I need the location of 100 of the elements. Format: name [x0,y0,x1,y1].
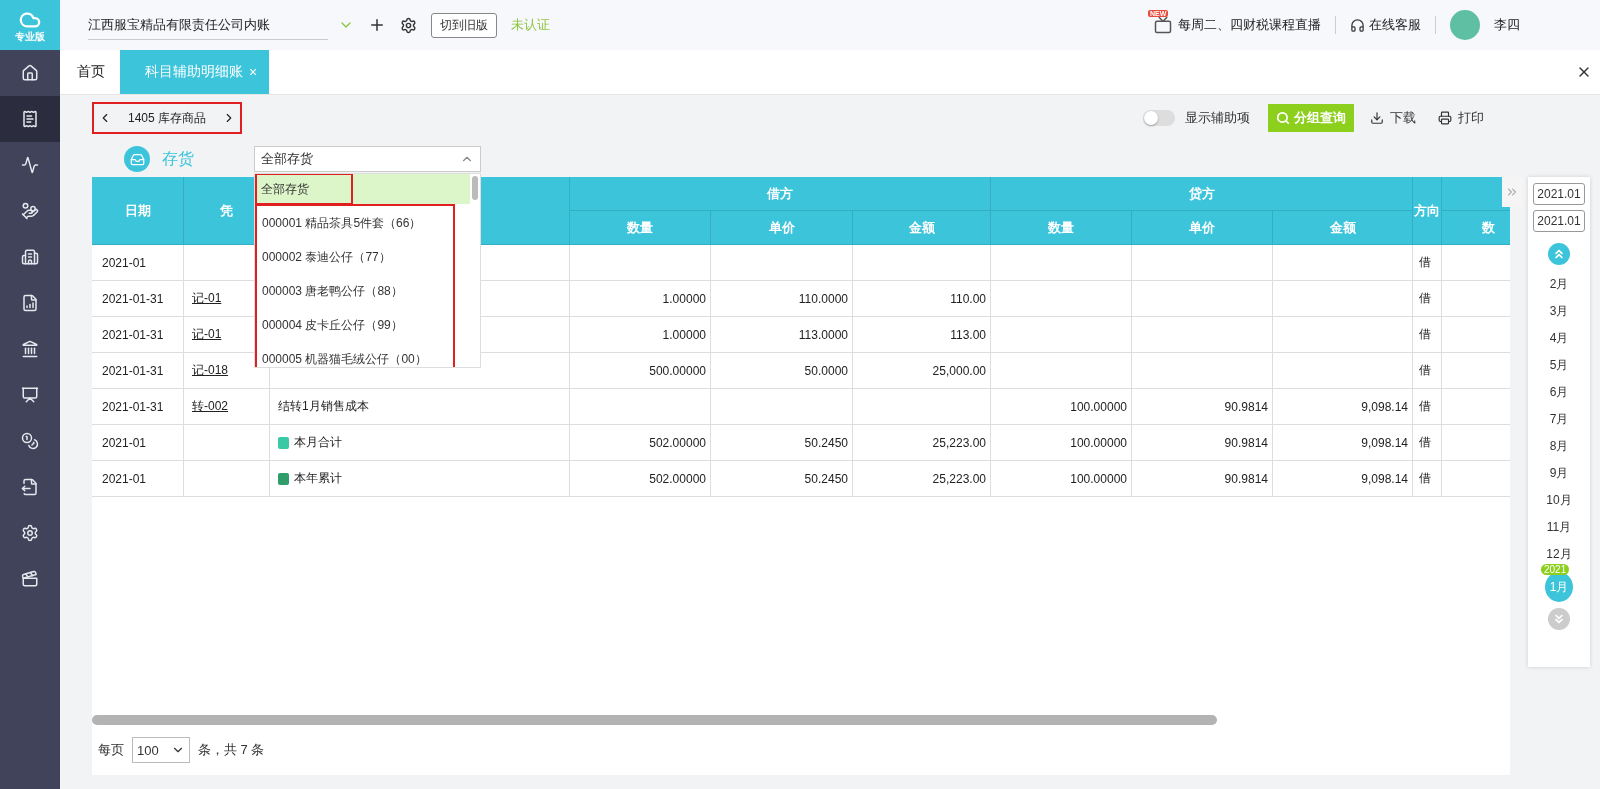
table-cell: 25,223.00 [853,425,991,461]
start-period-field[interactable]: 2021.01 [1533,183,1585,205]
scrollbar-thumb[interactable] [472,176,478,200]
sidebar-item[interactable] [0,96,60,142]
month-item[interactable]: 8月 [1549,433,1569,460]
month-item[interactable]: 6月 [1549,379,1569,406]
table-cell: 2021-01-31 [92,389,184,425]
table-cell: 2021-01-31 [92,317,184,353]
month-item[interactable]: 4月 [1549,325,1569,352]
column-header: 单价 [711,211,853,245]
support-link[interactable]: 在线客服 [1369,16,1421,34]
coins-icon [21,432,39,450]
summary-text: 结转1月销售成本 [278,398,369,415]
tab[interactable]: 首页 [62,50,120,94]
video-icon [21,570,39,588]
company-select[interactable]: 江西服宝精品有限责任公司内账 [88,10,328,40]
table-cell: 9,098.14 [1273,425,1413,461]
month-item[interactable]: 2月 [1549,271,1569,298]
column-header: 数 [1442,211,1510,245]
record-count: 条，共 7 条 [198,741,265,759]
table-cell: 110.0000 [711,281,853,317]
inventory-select[interactable]: 全部存货 [254,146,481,172]
export-icon [21,478,39,496]
calendar-icon [278,436,289,449]
table-cell: 100.00000 [991,389,1132,425]
headset-icon [1350,17,1365,33]
table-cell: 借 [1413,281,1442,317]
home-icon [21,64,39,82]
voucher-link[interactable]: 记-018 [192,362,229,379]
user-name[interactable]: 李四 [1494,16,1520,34]
table-cell: 113.0000 [711,317,853,353]
money-bag-icon [21,202,39,220]
voucher-link[interactable]: 记-01 [192,290,222,307]
table-cell: 借 [1413,353,1442,389]
dropdown-option[interactable]: 全部存货 [255,174,470,204]
page-size-label: 每页 [98,741,124,759]
month-item[interactable]: 3月 [1549,298,1569,325]
switch-version-button[interactable]: 切到旧版 [431,12,497,38]
summary-text: 本年累计 [294,470,342,487]
print-button[interactable]: 打印 [1432,109,1490,127]
month-item[interactable]: 10月 [1546,487,1572,514]
column-header: 金额 [1273,211,1413,245]
table-cell: 2021-01-31 [92,353,184,389]
table-cell: 借 [1413,317,1442,353]
column-group-header: 借方 [570,177,991,211]
year-badge: 2021 [1541,564,1570,575]
table-cell: 9,098.14 [1273,389,1413,425]
column-header: 数量 [570,211,711,245]
month-item[interactable]: 7月 [1549,406,1569,433]
brand-logo: 专业版 [0,0,60,50]
add-icon[interactable] [368,16,386,34]
status-text: 未认证 [511,16,550,34]
voucher-link[interactable]: 转-002 [192,398,229,415]
settings-icon [21,524,39,542]
column-group-header: 贷方 [991,177,1413,211]
toggle-switch[interactable] [1143,110,1175,126]
month-item[interactable]: 9月 [1549,460,1569,487]
bank-icon [21,340,39,358]
table-cell: 借 [1413,461,1442,497]
calendar-icon [278,472,289,485]
table-cell: 2021-01 [92,425,184,461]
board-icon [21,386,39,404]
download-icon [1370,111,1384,125]
end-period-field[interactable]: 2021.01 [1533,210,1585,232]
table-cell: 110.00 [853,281,991,317]
table-cell: 50.2450 [711,425,853,461]
horizontal-scrollbar[interactable] [92,715,1217,725]
table-cell: 25,223.00 [853,461,991,497]
table-cell: 500.00000 [570,353,711,389]
table-cell: 2021-01 [92,461,184,497]
table-cell: 90.9814 [1132,425,1273,461]
column-header: 金额 [853,211,991,245]
table-cell: 借 [1413,425,1442,461]
report-icon [21,294,39,312]
page-size-select[interactable]: 100 [132,737,190,763]
table-cell: 50.2450 [711,461,853,497]
tv-icon [1154,16,1172,34]
summary-text: 本月合计 [294,434,342,451]
table-cell: 2021-01 [92,245,184,281]
table-cell: 50.0000 [711,353,853,389]
voucher-link[interactable]: 记-01 [192,326,222,343]
table-cell: 1.00000 [570,317,711,353]
table-cell: 2021-01-31 [92,281,184,317]
table-cell: 25,000.00 [853,353,991,389]
column-header: 方向 [1413,177,1442,245]
receipt-icon [21,110,39,128]
toggle-label: 显示辅助项 [1185,109,1250,127]
settings-icon[interactable] [400,16,417,34]
building-icon [21,248,39,266]
printer-icon [1438,111,1452,125]
download-button[interactable]: 下载 [1364,109,1422,127]
table-cell: 502.00000 [570,461,711,497]
table-cell: 9,098.14 [1273,461,1413,497]
month-item[interactable]: 11月 [1546,514,1572,541]
table-cell: 90.9814 [1132,461,1273,497]
table-cell: 借 [1413,245,1442,281]
promo-link[interactable]: 每周二、四财税课程直播 [1178,16,1321,34]
line-chart-icon [21,156,39,174]
month-item[interactable]: 5月 [1549,352,1569,379]
table-cell: 502.00000 [570,425,711,461]
